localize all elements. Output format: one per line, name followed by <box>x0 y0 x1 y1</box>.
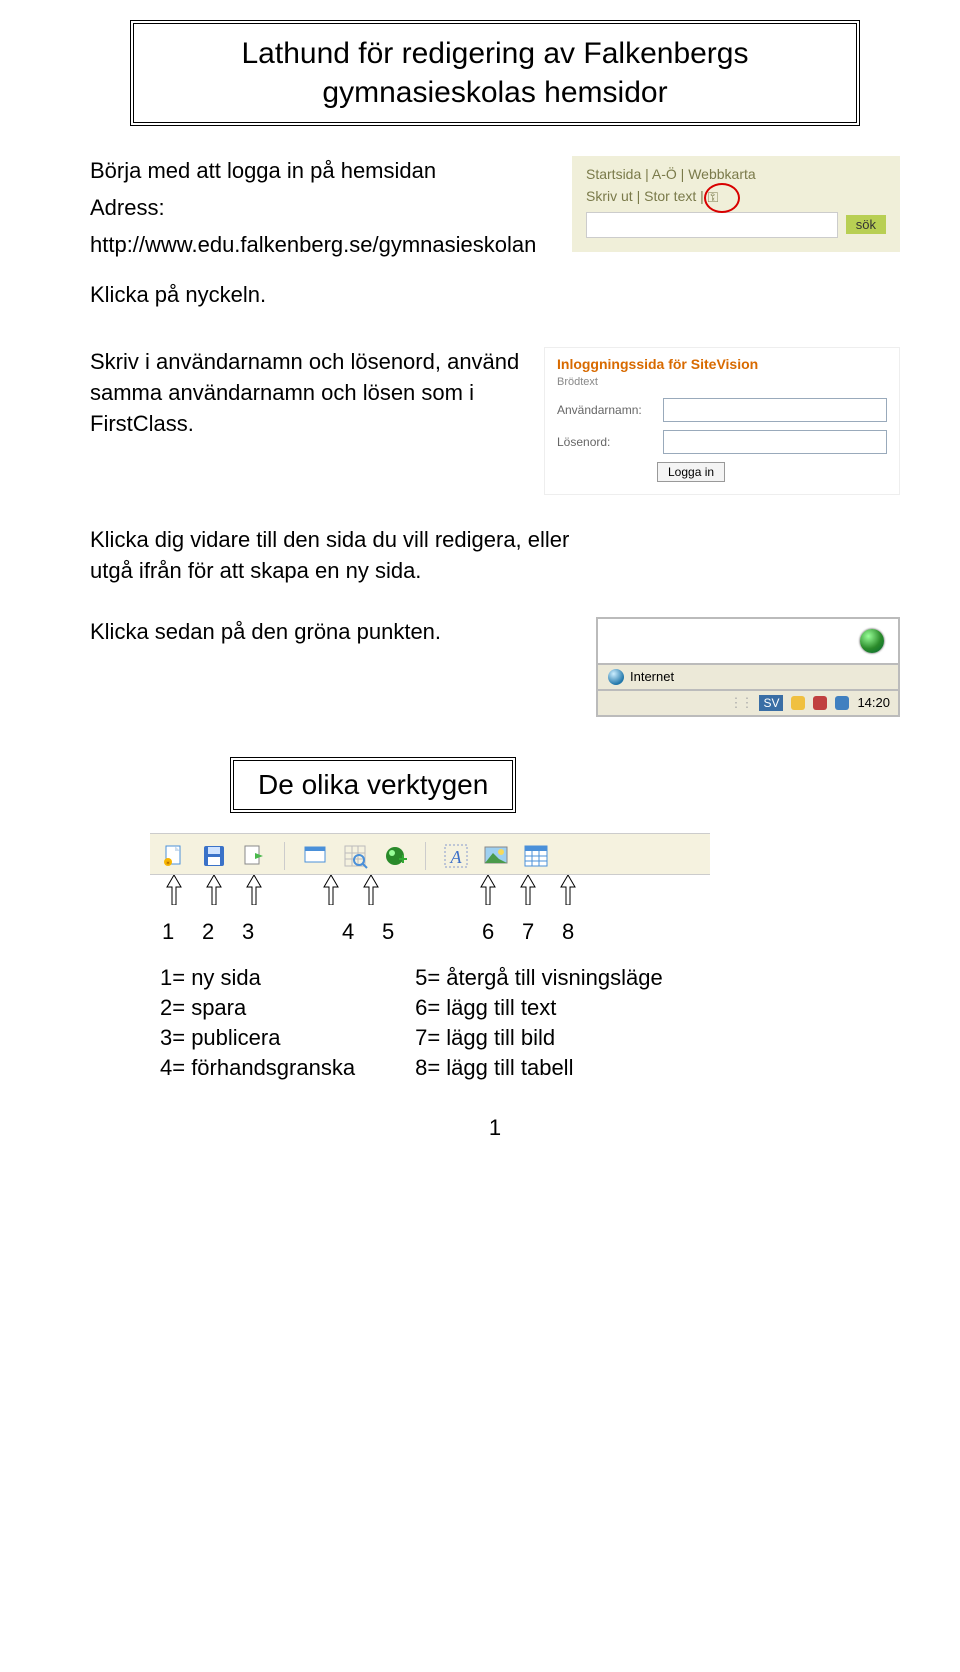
page-title: Lathund för redigering av Falkenbergs gy… <box>130 20 860 126</box>
intro-line-2: Adress: <box>90 193 552 224</box>
arrow-icon <box>514 875 542 905</box>
svg-text:A: A <box>450 847 463 867</box>
language-indicator[interactable]: SV <box>759 695 783 711</box>
green-orb-icon[interactable] <box>860 629 884 653</box>
login-form-subheader: Brödtext <box>557 376 887 388</box>
add-image-icon[interactable] <box>482 842 510 870</box>
legend-item-2: 2= spara <box>160 995 355 1021</box>
legend-item-3: 3= publicera <box>160 1025 355 1051</box>
arrow-icon <box>357 875 385 905</box>
clock: 14:20 <box>857 695 890 710</box>
nav-link-webbkarta[interactable]: Webbkarta <box>688 166 755 182</box>
legend-item-4: 4= förhandsgranska <box>160 1055 355 1081</box>
page-number: 1 <box>90 1115 900 1141</box>
legend-item-5: 5= återgå till visningsläge <box>415 965 663 991</box>
add-table-icon[interactable] <box>522 842 550 870</box>
new-page-icon[interactable]: ✶ <box>160 842 188 870</box>
arrow-icon <box>200 875 228 905</box>
toolbar-legend: 1= ny sida 2= spara 3= publicera 4= förh… <box>160 965 900 1085</box>
legend-item-7: 7= lägg till bild <box>415 1025 663 1051</box>
intro-line-4: Klicka på nyckeln. <box>90 280 552 311</box>
number-1: 1 <box>162 919 202 945</box>
intro-line-1: Börja med att logga in på hemsidan <box>90 156 552 187</box>
green-dot-row: Klicka sedan på den gröna punkten. Inter… <box>90 617 900 717</box>
add-text-icon[interactable]: A <box>442 842 470 870</box>
publish-icon[interactable] <box>240 842 268 870</box>
search-input[interactable] <box>586 212 838 238</box>
screenshot-toolbar: ✶ A <box>150 833 710 875</box>
number-2: 2 <box>202 919 242 945</box>
number-8: 8 <box>562 919 602 945</box>
legend-left-column: 1= ny sida 2= spara 3= publicera 4= förh… <box>160 965 355 1085</box>
green-dot-instructions: Klicka sedan på den gröna punkten. <box>90 617 441 648</box>
number-3: 3 <box>242 919 282 945</box>
nav-link-skriv-ut[interactable]: Skriv ut <box>586 188 633 204</box>
nav-link-stor-text[interactable]: Stor text <box>644 188 696 204</box>
search-button[interactable]: sök <box>846 215 886 234</box>
tools-heading: De olika verktygen <box>230 757 516 813</box>
tray-icon-3[interactable] <box>835 696 849 710</box>
login-instructions-row: Skriv i användarnamn och lösenord, använ… <box>90 347 900 495</box>
nav-link-startsida[interactable]: Startsida <box>586 166 641 182</box>
navigate-instructions: Klicka dig vidare till den sida du vill … <box>90 525 610 587</box>
login-form-header: Inloggningssida för SiteVision <box>557 356 887 372</box>
view-mode-icon[interactable] <box>341 842 369 870</box>
login-key-button[interactable]: ⚿ <box>708 189 719 206</box>
tray-icon-2[interactable] <box>813 696 827 710</box>
preview-icon[interactable] <box>301 842 329 870</box>
toolbar-arrows <box>150 875 710 905</box>
arrow-icon <box>317 875 345 905</box>
arrow-icon <box>160 875 188 905</box>
legend-item-6: 6= lägg till text <box>415 995 663 1021</box>
tray-icon-1[interactable] <box>791 696 805 710</box>
document-page: Lathund för redigering av Falkenbergs gy… <box>0 0 960 1181</box>
screenshot-nav-panel: Startsida | A-Ö | Webbkarta Skriv ut | S… <box>572 156 900 252</box>
globe-icon <box>608 669 624 685</box>
number-7: 7 <box>522 919 562 945</box>
legend-item-1: 1= ny sida <box>160 965 355 991</box>
save-icon[interactable] <box>200 842 228 870</box>
username-label: Användarnamn: <box>557 403 657 417</box>
highlight-circle <box>704 183 740 213</box>
screenshot-login-form: Inloggningssida för SiteVision Brödtext … <box>544 347 900 495</box>
intro-row: Börja med att logga in på hemsidan Adres… <box>90 156 900 317</box>
nav-link-a-o[interactable]: A-Ö <box>652 166 677 182</box>
intro-line-3: http://www.edu.falkenberg.se/gymnasiesko… <box>90 230 552 261</box>
svg-text:✶: ✶ <box>165 860 170 867</box>
internet-label: Internet <box>630 669 674 684</box>
green-add-icon[interactable] <box>381 842 409 870</box>
password-label: Lösenord: <box>557 435 657 449</box>
username-input[interactable] <box>663 398 887 422</box>
password-input[interactable] <box>663 430 887 454</box>
number-5: 5 <box>382 919 422 945</box>
login-button[interactable]: Logga in <box>657 462 725 482</box>
login-instructions-text: Skriv i användarnamn och lösenord, använ… <box>90 347 524 439</box>
number-6: 6 <box>482 919 522 945</box>
arrow-icon <box>474 875 502 905</box>
arrow-icon <box>240 875 268 905</box>
screenshot-taskbar: Internet ⋮⋮ SV 14:20 <box>596 617 900 717</box>
legend-right-column: 5= återgå till visningsläge 6= lägg till… <box>415 965 663 1085</box>
toolbar-numbers: 1 2 3 4 5 6 7 8 <box>162 919 900 945</box>
arrow-icon <box>554 875 582 905</box>
taskbar-grip: ⋮⋮ <box>729 695 751 711</box>
number-4: 4 <box>342 919 382 945</box>
legend-item-8: 8= lägg till tabell <box>415 1055 663 1081</box>
